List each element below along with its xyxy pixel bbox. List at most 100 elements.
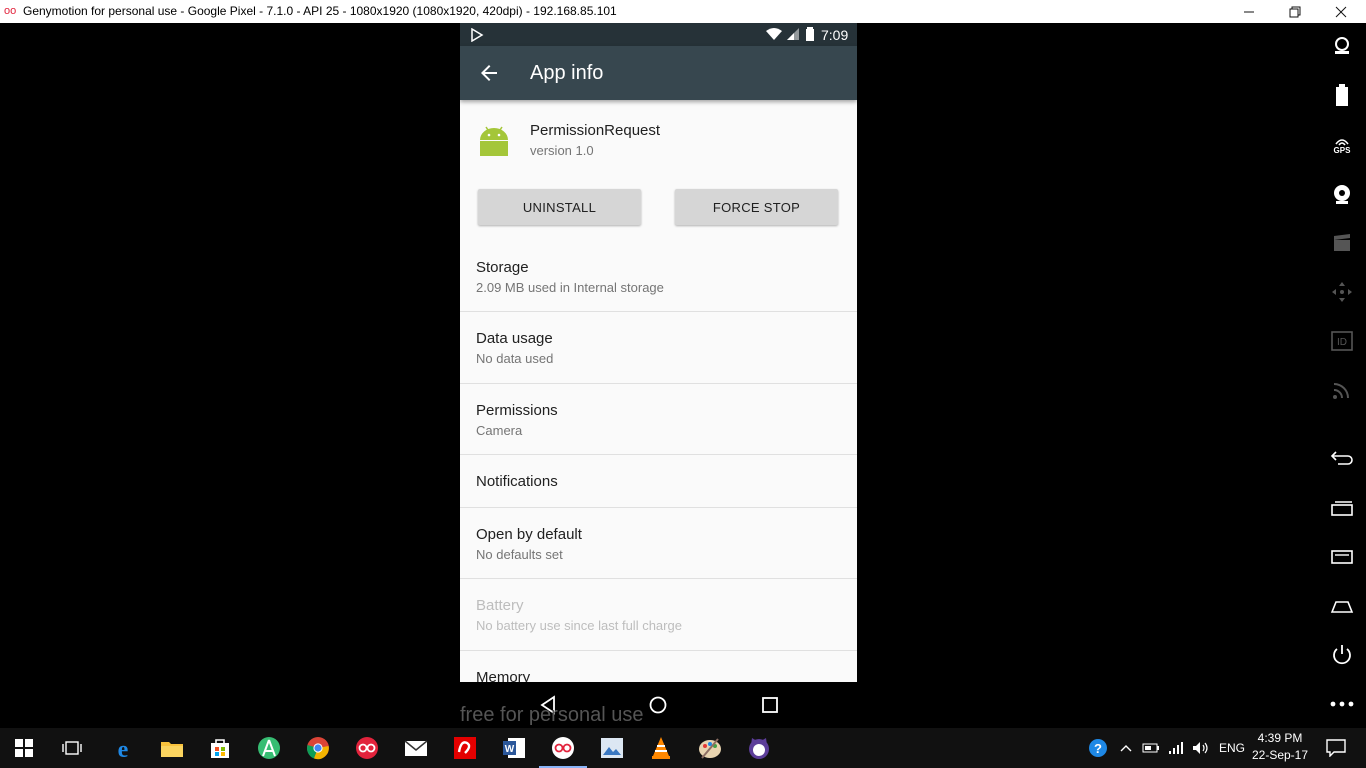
- back-arrow-icon[interactable]: [477, 61, 501, 85]
- settings-item-subtitle: Camera: [476, 423, 523, 438]
- help-icon[interactable]: ?: [1088, 738, 1108, 758]
- power-button[interactable]: [1328, 641, 1356, 669]
- back-key-button[interactable]: [1328, 444, 1356, 472]
- play-store-notification-icon: [471, 28, 484, 42]
- wifi-icon: [766, 28, 782, 40]
- app-bar: App info: [460, 46, 857, 100]
- taskbar-android-studio[interactable]: [255, 734, 283, 762]
- taskbar-chrome[interactable]: [304, 734, 332, 762]
- taskbar-vlc[interactable]: [647, 734, 675, 762]
- taskbar-word[interactable]: W: [500, 734, 528, 762]
- webcam-widget-button[interactable]: [1328, 180, 1356, 208]
- gps-widget-button[interactable]: GPS: [1328, 131, 1356, 159]
- volume-icon[interactable]: [1192, 741, 1210, 755]
- power-icon: [1333, 645, 1351, 665]
- restore-button[interactable]: [1272, 0, 1318, 23]
- settings-item-open-by-default[interactable]: Open by default No defaults set: [460, 508, 857, 579]
- screencast-widget-button[interactable]: [1328, 229, 1356, 257]
- taskbar-mail[interactable]: [402, 734, 430, 762]
- mail-envelope-icon: [404, 740, 428, 756]
- app-version: version 1.0: [530, 143, 594, 158]
- cell-signal-icon: [787, 28, 799, 40]
- emulator-sidebar: GPS ID: [1318, 23, 1366, 728]
- settings-item-subtitle: No battery use since last full charge: [476, 618, 682, 633]
- taskbar-file-explorer[interactable]: [158, 734, 186, 762]
- battery-widget-button[interactable]: [1328, 81, 1356, 109]
- task-view-icon: [62, 741, 82, 755]
- word-icon: W: [503, 738, 525, 758]
- recent-apps-key-button[interactable]: [1328, 494, 1356, 522]
- status-bar: 7:09: [460, 23, 857, 46]
- tray-battery-icon[interactable]: [1142, 742, 1160, 754]
- taskbar-clock[interactable]: 4:39 PM 22-Sep-17: [1248, 730, 1312, 764]
- notification-center-icon: [1326, 739, 1346, 757]
- taskbar-genymotion-player[interactable]: [539, 734, 587, 768]
- uninstall-button[interactable]: UNINSTALL: [478, 189, 641, 225]
- page-title: App info: [530, 62, 604, 84]
- settings-item-title: Open by default: [476, 526, 582, 543]
- settings-item-memory[interactable]: Memory: [460, 651, 857, 682]
- settings-item-notifications[interactable]: Notifications: [460, 455, 857, 508]
- clock-time: 4:39 PM: [1257, 731, 1303, 745]
- settings-item-data-usage[interactable]: Data usage No data used: [460, 312, 857, 384]
- svg-text:e: e: [118, 737, 129, 760]
- task-view-button[interactable]: [58, 734, 86, 762]
- taskbar-edge[interactable]: e: [109, 734, 137, 762]
- taskbar-store[interactable]: [206, 734, 234, 762]
- taskbar-paint[interactable]: [696, 734, 724, 762]
- more-options-button[interactable]: [1328, 690, 1356, 718]
- language-indicator[interactable]: ENG: [1219, 741, 1245, 755]
- photo-viewer-icon: [601, 738, 623, 758]
- nav-home-icon[interactable]: [646, 693, 670, 717]
- clock-date: 22-Sep-17: [1251, 748, 1309, 762]
- folder-icon: [161, 742, 183, 757]
- settings-item-title: Notifications: [476, 473, 558, 490]
- clapperboard-icon: [1334, 234, 1350, 251]
- settings-item-subtitle: No data used: [476, 351, 554, 366]
- gapps-icon: [1335, 37, 1349, 54]
- settings-item-title: Storage: [476, 259, 529, 276]
- chevron-up-icon[interactable]: [1120, 743, 1132, 753]
- settings-item-subtitle: No defaults set: [476, 547, 563, 562]
- remote-control-widget-button[interactable]: [1328, 278, 1356, 306]
- network-bars-icon[interactable]: [1168, 741, 1184, 755]
- taskbar-genymotion-manager[interactable]: [353, 734, 381, 762]
- android-screen: 7:09 App info PermissionRequest version …: [460, 23, 857, 682]
- settings-item-title: Battery: [476, 597, 524, 614]
- status-time: 7:09: [821, 27, 849, 43]
- start-button[interactable]: [10, 734, 38, 762]
- close-icon: [1335, 6, 1347, 17]
- home-key-button[interactable]: [1328, 592, 1356, 620]
- window-titlebar: oo Genymotion for personal use - Google …: [0, 0, 1366, 23]
- battery-icon: [1336, 84, 1348, 106]
- watermark-text: free for personal use: [460, 704, 644, 726]
- taskbar-purple-cat-app[interactable]: [745, 734, 773, 762]
- gapps-button[interactable]: [1328, 33, 1356, 61]
- android-studio-icon: [258, 737, 280, 759]
- settings-item-storage[interactable]: Storage 2.09 MB used in Internal storage: [460, 241, 857, 312]
- restore-icon: [1289, 6, 1301, 17]
- app-header: PermissionRequest version 1.0: [460, 113, 857, 173]
- network-widget-button[interactable]: [1328, 376, 1356, 404]
- settings-item-subtitle: 2.09 MB used in Internal storage: [476, 280, 664, 295]
- home-icon: [1330, 601, 1354, 613]
- svg-text:W: W: [505, 744, 515, 755]
- menu-key-button[interactable]: [1328, 543, 1356, 571]
- action-center-button[interactable]: [1322, 734, 1350, 762]
- taskbar-photo-viewer[interactable]: [598, 734, 626, 762]
- identifiers-widget-button[interactable]: ID: [1328, 327, 1356, 355]
- webcam-icon: [1334, 185, 1350, 204]
- gps-signal-icon: [1335, 138, 1349, 146]
- force-stop-button[interactable]: FORCE STOP: [675, 189, 838, 225]
- battery-status-icon: [806, 27, 814, 41]
- more-dots-icon: [1330, 701, 1354, 707]
- system-tray: ? ENG: [1088, 728, 1245, 768]
- taskbar-airtel-app[interactable]: [451, 734, 479, 762]
- close-window-button[interactable]: [1318, 0, 1364, 23]
- settings-item-permissions[interactable]: Permissions Camera: [460, 384, 857, 455]
- rss-signal-icon: [1333, 383, 1349, 399]
- store-bag-icon: [211, 739, 229, 758]
- minimize-icon: [1244, 11, 1254, 12]
- nav-recents-icon[interactable]: [758, 693, 782, 717]
- minimize-button[interactable]: [1226, 0, 1272, 23]
